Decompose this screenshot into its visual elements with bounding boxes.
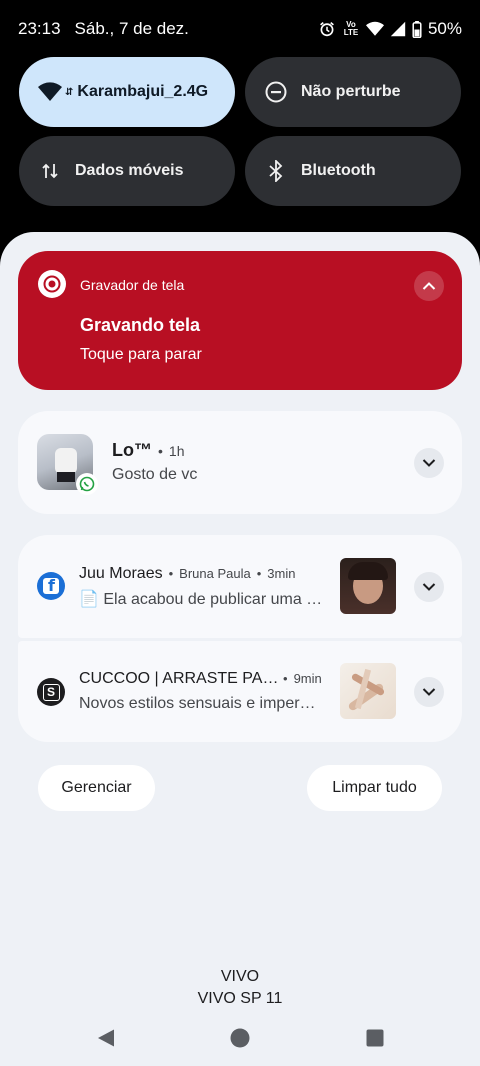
notification-title: CUCCOO | ARRASTE PA… — [79, 670, 279, 687]
chevron-down-icon — [422, 459, 436, 467]
notification-facebook[interactable]: f Juu Moraes • Bruna Paula • 3min 📄 Ela … — [18, 535, 462, 638]
home-button[interactable] — [230, 1028, 250, 1053]
shein-icon: S — [37, 678, 65, 706]
bluetooth-icon — [263, 158, 289, 184]
notification-whatsapp[interactable]: Lo™ • 1h Gosto de vc — [18, 411, 462, 514]
volte-icon: Vo LTE — [343, 20, 359, 37]
collapse-button[interactable] — [414, 271, 444, 301]
clock: 23:13 — [18, 19, 61, 38]
carrier-name: VIVO — [220, 968, 260, 985]
separator-dot: • — [158, 443, 163, 459]
navigation-bar — [0, 1014, 480, 1064]
tile-dnd-label: Não perturbe — [301, 83, 401, 100]
recorder-title: Gravando tela — [80, 315, 201, 335]
separator-dot: • — [283, 671, 288, 686]
facebook-icon: f — [37, 572, 65, 600]
chevron-down-icon — [422, 688, 436, 696]
alarm-icon — [318, 20, 336, 38]
wifi-status-icon — [365, 21, 384, 37]
manage-button[interactable]: Gerenciar — [38, 765, 155, 811]
separator-dot: • — [256, 566, 262, 581]
chevron-down-icon — [422, 583, 436, 591]
tile-wifi-label: Karambajui_2.4G — [77, 83, 209, 100]
expand-button[interactable] — [414, 572, 444, 602]
recents-icon — [366, 1029, 384, 1047]
notification-thumbnail — [340, 558, 396, 614]
manage-label: Gerenciar — [61, 779, 132, 796]
notification-text: 📄 Ela acabou de publicar uma … — [79, 591, 323, 608]
clear-all-label: Limpar tudo — [332, 779, 417, 796]
chevron-up-icon — [422, 282, 436, 290]
signal-icon — [390, 21, 406, 37]
notification-subtitle: Bruna Paula — [179, 566, 251, 581]
notification-text: Gosto de vc — [112, 466, 198, 483]
clear-all-button[interactable]: Limpar tudo — [307, 765, 442, 811]
battery-icon — [412, 20, 422, 38]
dnd-icon — [263, 79, 289, 105]
status-bar: 23:13 Sáb., 7 de dez. Vo LTE 50% — [0, 0, 480, 58]
tile-bluetooth[interactable]: Bluetooth — [245, 136, 461, 206]
carrier-name-secondary: VIVO SP 11 — [197, 990, 283, 1007]
tile-bluetooth-label: Bluetooth — [301, 162, 376, 179]
tile-mobile-data[interactable]: Dados móveis — [19, 136, 235, 206]
date: Sáb., 7 de dez. — [74, 19, 189, 38]
notification-title: Juu Moraes — [79, 565, 163, 582]
record-icon — [38, 270, 66, 298]
recorder-app-name: Gravador de tela — [80, 277, 185, 293]
back-icon — [98, 1029, 114, 1047]
data-arrows-icon: ⇵ — [65, 86, 74, 98]
notification-text: Novos estilos sensuais e imper… — [79, 695, 316, 712]
notification-time: 1h — [168, 443, 185, 459]
battery-percent: 50% — [427, 19, 462, 38]
recents-button[interactable] — [366, 1029, 384, 1052]
tile-mobile-data-label: Dados móveis — [75, 162, 184, 179]
expand-button[interactable] — [414, 448, 444, 478]
notification-time: 3min — [267, 566, 296, 581]
whatsapp-icon — [76, 473, 98, 495]
back-button[interactable] — [96, 1028, 116, 1053]
mobile-data-icon — [37, 158, 63, 184]
screen-recorder-notification[interactable]: Gravador de tela Gravando tela Toque par… — [18, 251, 462, 390]
wifi-icon — [37, 79, 63, 105]
tile-wifi[interactable]: ⇵ Karambajui_2.4G — [19, 57, 235, 127]
separator-dot: • — [168, 566, 174, 581]
recorder-text: Toque para parar — [80, 346, 202, 363]
tile-dnd[interactable]: Não perturbe — [245, 57, 461, 127]
notification-title: Lo™ — [112, 440, 152, 460]
notification-shein[interactable]: S CUCCOO | ARRASTE PA… • 9min Novos esti… — [18, 641, 462, 742]
notification-time: 9min — [293, 671, 322, 686]
notification-thumbnail — [340, 663, 396, 719]
home-icon — [230, 1028, 250, 1048]
expand-button[interactable] — [414, 677, 444, 707]
